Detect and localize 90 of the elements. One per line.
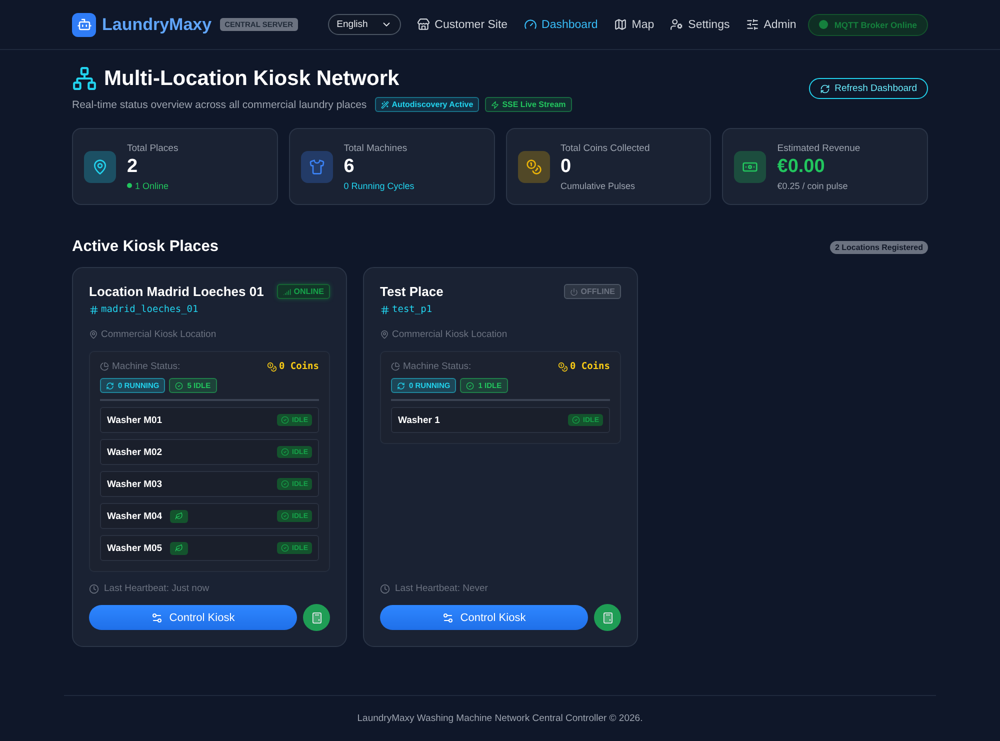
machine-name: Washer M01 (107, 414, 162, 426)
kiosk-id: madrid_loeches_01 (101, 304, 198, 316)
stat-value: 0 (560, 156, 572, 178)
control-kiosk-button[interactable]: Control Kiosk (380, 605, 588, 630)
pin-icon (380, 330, 389, 340)
power-icon (570, 288, 578, 296)
stat-caption: €0.25 / coin pulse (777, 180, 848, 191)
calculator-icon (310, 612, 322, 624)
network-icon (72, 66, 97, 92)
control-kiosk-button[interactable]: Control Kiosk (89, 605, 297, 630)
tag-label: SSE Live Stream (502, 100, 566, 110)
coins-icon (266, 362, 277, 372)
user-gear-icon (670, 18, 684, 32)
check-icon (572, 416, 580, 424)
page-subtitle: Real-time status overview across all commercial laundry places (72, 98, 367, 111)
signal-icon (282, 288, 291, 296)
hash-icon (89, 304, 99, 315)
gauge-icon (524, 18, 537, 32)
location-text: Commercial Kiosk Location (101, 329, 216, 340)
stat-label: Total Places (127, 142, 178, 154)
cash-register-button[interactable] (594, 604, 621, 632)
refresh-icon (820, 84, 830, 94)
status-text: OFFLINE (580, 287, 615, 296)
robot-logo-icon (72, 12, 96, 37)
refresh-icon (106, 382, 114, 390)
pie-chart-icon (391, 362, 400, 372)
stat-value: 2 (127, 156, 139, 178)
sliders-icon (746, 18, 759, 32)
stat-value: 6 (344, 156, 356, 178)
nav-link[interactable]: Customer Site (416, 18, 508, 32)
machine-name: Washer M04 (107, 510, 162, 522)
kiosk-id: test_p1 (392, 304, 432, 316)
section-title: Active Kiosk Places (72, 238, 218, 256)
count-badge: 2 Locations Registered (830, 240, 928, 254)
stat-label: Estimated Revenue (777, 142, 860, 154)
machine-status-label: Machine Status: (403, 361, 472, 372)
status-dot (819, 20, 828, 30)
store-icon (416, 18, 430, 32)
wand-icon (380, 100, 389, 109)
brand-name: LaundryMaxy (102, 14, 212, 35)
lightning-icon (491, 100, 500, 109)
sliders-icon (151, 612, 164, 624)
heartbeat-text: Last Heartbeat: Never (395, 583, 488, 594)
stat-label: Total Coins Collected (560, 142, 650, 154)
check-icon (281, 544, 290, 552)
broker-label: MQTT Broker Online (834, 20, 917, 30)
status-text: ONLINE (294, 287, 324, 296)
cash-register-button[interactable] (303, 604, 330, 632)
pin-icon (89, 330, 98, 340)
coins-count: 0 Coins (570, 361, 610, 372)
nav-link[interactable]: Admin (746, 18, 796, 32)
clock-icon (89, 584, 99, 594)
check-icon (281, 448, 290, 456)
nav-link[interactable]: Map (614, 18, 654, 32)
machine-name: Washer M03 (107, 478, 162, 490)
nav-link[interactable]: Dashboard (524, 18, 598, 32)
stat-value: €0.00 (777, 156, 826, 178)
location-text: Commercial Kiosk Location (392, 329, 508, 340)
tag-label: Autodiscovery Active (392, 100, 474, 110)
stat-label: Total Machines (344, 142, 408, 154)
coins-count: 0 Coins (278, 361, 319, 372)
check-icon (281, 480, 290, 488)
kiosk-name: Location Madrid Loeches 01 (89, 284, 264, 300)
hash-icon (380, 304, 390, 315)
refresh-button[interactable]: Refresh Dashboard (808, 78, 928, 100)
check-icon (281, 512, 290, 520)
check-icon (466, 382, 474, 390)
machine-name: Washer 1 (398, 414, 440, 426)
kiosk-name: Test Place (380, 284, 444, 300)
stat-caption: 1 Online (135, 180, 169, 191)
machine-name: Washer M05 (107, 542, 162, 554)
machine-name: Washer M02 (107, 446, 162, 458)
page-title: Multi-Location Kiosk Network (104, 66, 400, 91)
calculator-icon (602, 612, 614, 624)
machine-status-label: Machine Status: (112, 361, 180, 372)
clock-icon (380, 584, 390, 594)
pie-chart-icon (100, 362, 109, 372)
heartbeat-text: Last Heartbeat: Just now (104, 583, 210, 594)
sliders-icon (442, 612, 454, 624)
footer-text: LaundryMaxy Washing Machine Network Central Controller © 2026. (357, 713, 643, 724)
check-icon (281, 416, 290, 424)
coins-icon (558, 362, 568, 372)
map-icon (614, 18, 627, 32)
stat-caption: Cumulative Pulses (560, 180, 636, 191)
language-select[interactable]: English (328, 14, 401, 36)
stat-caption: 0 Running Cycles (344, 180, 414, 191)
check-icon (175, 382, 184, 390)
nav-link[interactable]: Settings (670, 18, 730, 32)
status-dot (127, 183, 132, 188)
refresh-icon (397, 382, 405, 390)
